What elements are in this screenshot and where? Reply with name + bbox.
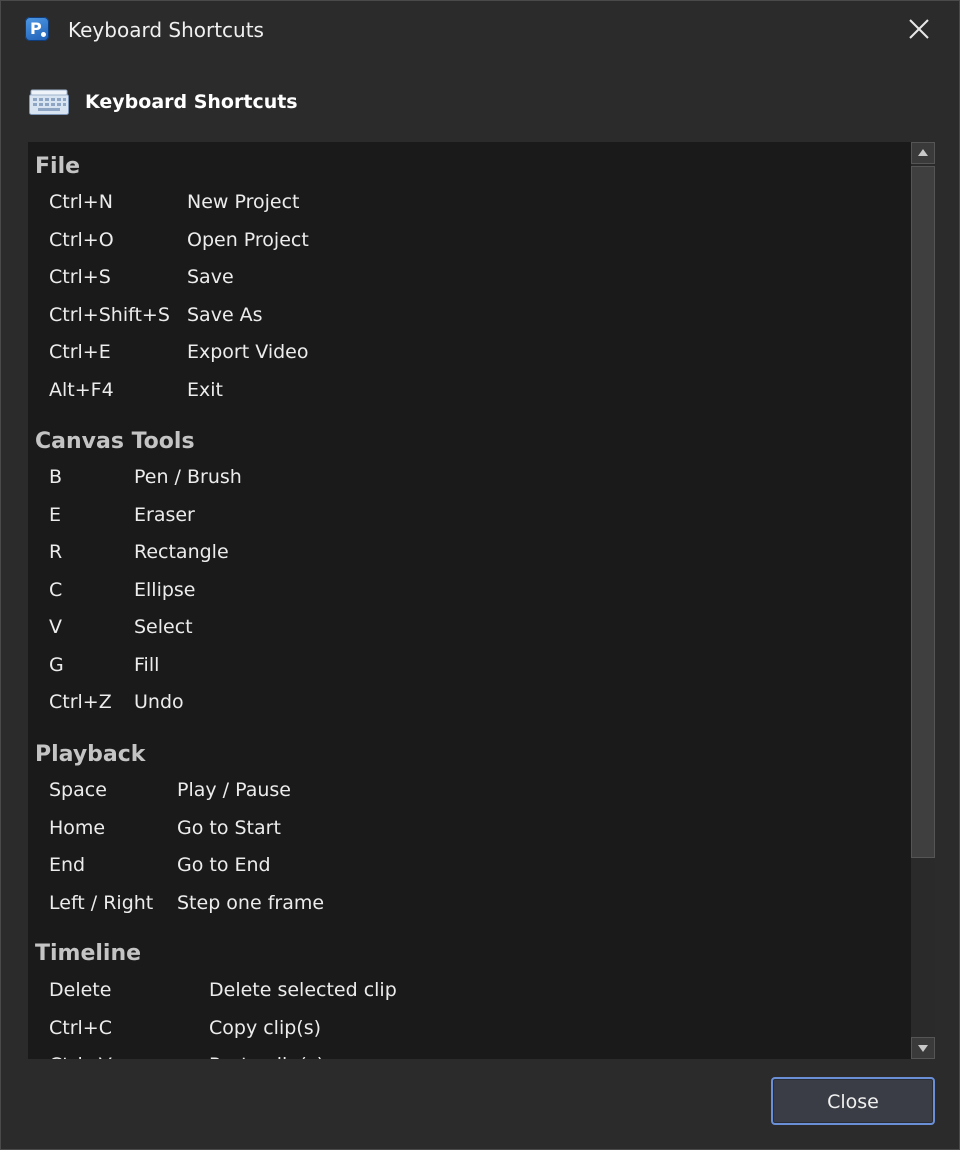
app-logo-letter: P [30,19,42,38]
scroll-down-arrow-icon [918,1045,928,1052]
title-bar: P Keyboard Shortcuts [1,1,959,57]
shortcut-action: Ellipse [134,579,196,601]
scroll-thumb[interactable] [911,166,935,858]
shortcut-key: Delete [49,979,112,1001]
shortcut-action: Go to End [177,854,271,876]
shortcut-key: End [49,854,86,876]
shortcut-action: Export Video [187,341,309,363]
shortcut-key: C [49,579,63,601]
shortcut-action: Rectangle [134,541,229,563]
app-logo-icon: P [25,17,49,41]
section-title-canvas-tools: Canvas Tools [35,429,195,454]
shortcut-action: Delete selected clip [209,979,397,1001]
shortcut-action: Paste clip(s) [209,1050,324,1059]
shortcut-key: E [49,504,62,526]
shortcut-key: Ctrl+E [49,341,111,363]
shortcut-action: Select [134,616,193,638]
shortcut-list-frame: File Ctrl+N New Project Ctrl+O Open Proj… [28,142,935,1059]
vertical-scrollbar[interactable] [911,142,935,1059]
shortcut-action: Play / Pause [177,779,291,801]
shortcut-key: Space [49,779,107,801]
shortcut-action: Go to Start [177,817,281,839]
shortcut-key: Ctrl+V [49,1050,112,1059]
header-title: Keyboard Shortcuts [85,91,298,113]
section-title-file: File [35,154,81,179]
keyboard-icon [29,89,69,121]
shortcut-action: Save [187,266,234,288]
section-title-timeline: Timeline [35,941,142,966]
shortcut-action: Step one frame [177,892,325,914]
window-title: Keyboard Shortcuts [68,18,264,42]
scroll-up-button[interactable] [911,142,935,164]
shortcut-action: Copy clip(s) [209,1017,322,1039]
shortcut-action: Fill [134,654,160,676]
shortcut-action: Pen / Brush [134,466,242,488]
shortcuts-dialog: P Keyboard Shortcuts Keyboard Shortcuts … [0,0,960,1150]
shortcut-key: Ctrl+N [49,191,113,213]
shortcut-key: Ctrl+Shift+S [49,304,170,326]
shortcut-key: Ctrl+Z [49,691,112,713]
shortcut-action: Exit [187,379,223,401]
scroll-up-arrow-icon [918,149,928,156]
shortcut-action: Open Project [187,229,309,251]
shortcut-list[interactable]: File Ctrl+N New Project Ctrl+O Open Proj… [28,142,908,1059]
shortcut-action: Undo [134,691,184,713]
shortcut-key: Left / Right [49,892,154,914]
shortcut-action: Save As [187,304,263,326]
shortcut-action: Eraser [134,504,195,526]
shortcut-key: Alt+F4 [49,379,114,401]
shortcut-key: R [49,541,63,563]
app-logo-dot [41,32,46,37]
section-title-playback: Playback [35,742,146,767]
scroll-down-button[interactable] [911,1037,935,1059]
shortcut-key: G [49,654,64,676]
shortcut-action: New Project [187,191,300,213]
dialog-header: Keyboard Shortcuts [29,85,629,121]
shortcut-key: B [49,466,63,488]
shortcut-key: V [49,616,62,638]
shortcut-key: Home [49,817,106,839]
close-button[interactable]: Close [771,1077,935,1125]
shortcut-key: Ctrl+O [49,229,114,251]
shortcut-key: Ctrl+S [49,266,111,288]
close-icon[interactable] [907,17,931,41]
shortcut-key: Ctrl+C [49,1017,112,1039]
